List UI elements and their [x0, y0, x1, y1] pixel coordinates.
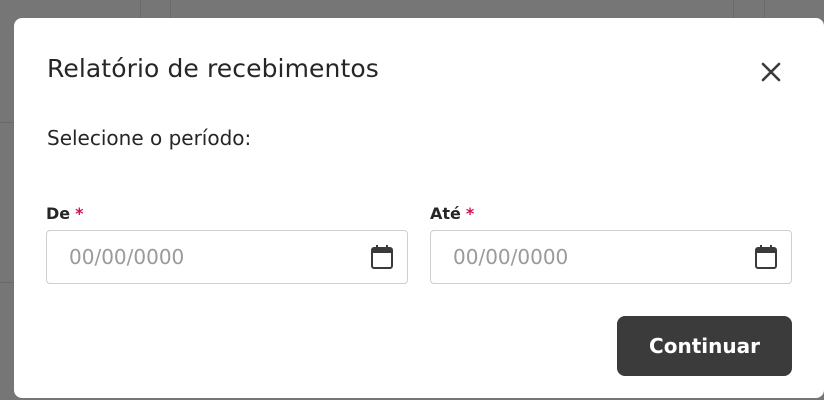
continue-button[interactable]: Continuar: [617, 316, 792, 376]
start-date-input[interactable]: [47, 231, 347, 283]
close-icon: [761, 62, 781, 82]
end-date-input-box[interactable]: [430, 230, 792, 284]
start-date-input-box[interactable]: [46, 230, 408, 284]
end-date-field: Até *: [430, 202, 792, 284]
close-button[interactable]: [755, 56, 787, 88]
dialog-title: Relatório de recebimentos: [47, 54, 379, 83]
background-divider: [0, 282, 14, 283]
start-date-label: De *: [46, 202, 408, 224]
required-indicator: *: [75, 203, 84, 223]
calendar-icon[interactable]: [754, 244, 778, 270]
background-divider: [170, 0, 171, 18]
end-date-label-text: Até: [430, 203, 461, 223]
background-divider: [764, 0, 765, 18]
required-indicator: *: [465, 203, 475, 223]
period-instruction: Selecione o período:: [47, 126, 252, 150]
start-date-label-text: De: [46, 203, 71, 223]
background-divider: [140, 0, 141, 18]
end-date-label: Até *: [430, 202, 792, 224]
calendar-icon[interactable]: [370, 244, 394, 270]
start-date-field: De *: [46, 202, 408, 284]
background-divider: [733, 0, 734, 18]
report-dialog: Relatório de recebimentos Selecione o pe…: [14, 18, 824, 398]
end-date-input[interactable]: [431, 231, 731, 283]
background-divider: [0, 122, 14, 123]
